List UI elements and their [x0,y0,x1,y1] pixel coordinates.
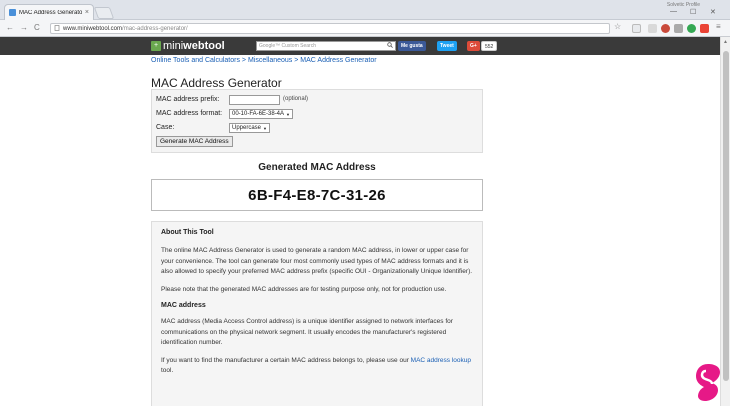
logo-suffix: webtool [183,40,225,52]
share-count: 552 [481,41,498,51]
generate-mac-button[interactable]: Generate MAC Address [156,136,233,147]
browser-toolbar: ← → C www.miniwebtool.com/mac-address-ge… [0,20,730,37]
mac-lookup-link[interactable]: MAC address lookup [411,357,471,364]
extension-icon[interactable] [674,24,683,33]
about-heading: About This Tool [161,229,214,236]
url-host: www.miniwebtool.com [63,25,123,32]
mac-prefix-input[interactable] [229,95,280,105]
result-box: 6B-F4-E8-7C-31-26 [151,179,483,211]
address-bar[interactable]: www.miniwebtool.com/mac-address-generato… [50,23,610,34]
site-logo[interactable]: + miniwebtool [151,40,225,52]
extension-icon[interactable] [648,24,657,33]
favicon-icon [9,9,16,16]
about-paragraph: If you want to find the manufacturer a c… [161,356,473,377]
page-scrollbar[interactable]: ▲ [720,37,730,406]
browser-tab[interactable]: MAC Address Generator × [4,4,94,20]
facebook-like-button[interactable]: Me gusta [398,41,426,51]
about-paragraph: Please note that the generated MAC addre… [161,285,447,293]
close-window-icon[interactable]: ✕ [710,8,716,16]
tab-close-icon[interactable]: × [85,9,89,16]
logo-text: miniwebtool [163,40,225,52]
format-select[interactable]: 00-10-FA-6E-38-4A ▼ [229,109,293,119]
scroll-up-icon[interactable]: ▲ [723,39,728,45]
about-section: About This Tool The online MAC Address G… [151,221,483,406]
browser-tab-bar: MAC Address Generator × Solvetic Profile… [0,0,730,20]
extension-icon[interactable] [632,24,641,33]
new-tab-button[interactable] [93,7,115,19]
extension-icon[interactable] [687,24,696,33]
optional-note: (optional) [283,96,309,102]
format-label: MAC address format: [156,110,223,117]
extension-icon[interactable] [661,24,670,33]
forward-icon[interactable]: → [20,23,28,32]
mac-address-heading: MAC address [161,302,206,309]
extension-icon[interactable] [700,24,709,33]
about-paragraph: The online MAC Address Generator is used… [161,247,473,275]
logo-prefix: mini [163,40,184,52]
breadcrumb[interactable]: Online Tools and Calculators > Miscellan… [151,57,377,64]
lookup-text: If you want to find the manufacturer a c… [161,356,411,364]
tweet-button[interactable]: Tweet [437,41,457,51]
format-select-value: 00-10-FA-6E-38-4A [232,110,285,117]
bookmark-star-icon[interactable]: ☆ [614,22,621,31]
generated-mac-value: 6B-F4-E8-7C-31-26 [248,186,386,204]
case-select[interactable]: Uppercase ▼ [229,123,270,133]
dropdown-arrow-icon: ▼ [286,111,290,117]
site-header: + miniwebtool Google™ Custom Search Me g… [0,37,720,55]
back-icon[interactable]: ← [6,23,14,32]
reload-icon[interactable]: C [34,23,40,32]
prefix-label: MAC address prefix: [156,96,220,103]
gplus-button[interactable]: G+ [467,41,480,51]
result-label: Generated MAC Address [258,162,376,173]
lookup-text-end: tool. [161,367,174,374]
case-label: Case: [156,124,175,131]
case-select-value: Uppercase [232,124,262,131]
watermark-logo-icon [696,364,720,401]
about-paragraph: MAC address (Media Access Control addres… [161,318,453,346]
browser-menu-icon[interactable]: ≡ [716,22,721,31]
maximize-icon[interactable]: ☐ [690,8,696,16]
dropdown-arrow-icon: ▼ [263,125,267,131]
logo-plus-icon: + [151,41,161,51]
generator-form: MAC address prefix: (optional) MAC addre… [151,89,483,153]
search-icon[interactable] [387,42,393,50]
site-search-input[interactable]: Google™ Custom Search [256,41,396,51]
url-path: /mac-address-generator/ [122,25,188,32]
page-title: MAC Address Generator [151,76,282,90]
minimize-icon[interactable]: — [670,8,677,15]
tab-title: MAC Address Generator [19,9,82,16]
page-info-icon[interactable] [54,24,60,33]
scroll-thumb[interactable] [723,51,729,381]
url-text: www.miniwebtool.com/mac-address-generato… [63,26,188,32]
